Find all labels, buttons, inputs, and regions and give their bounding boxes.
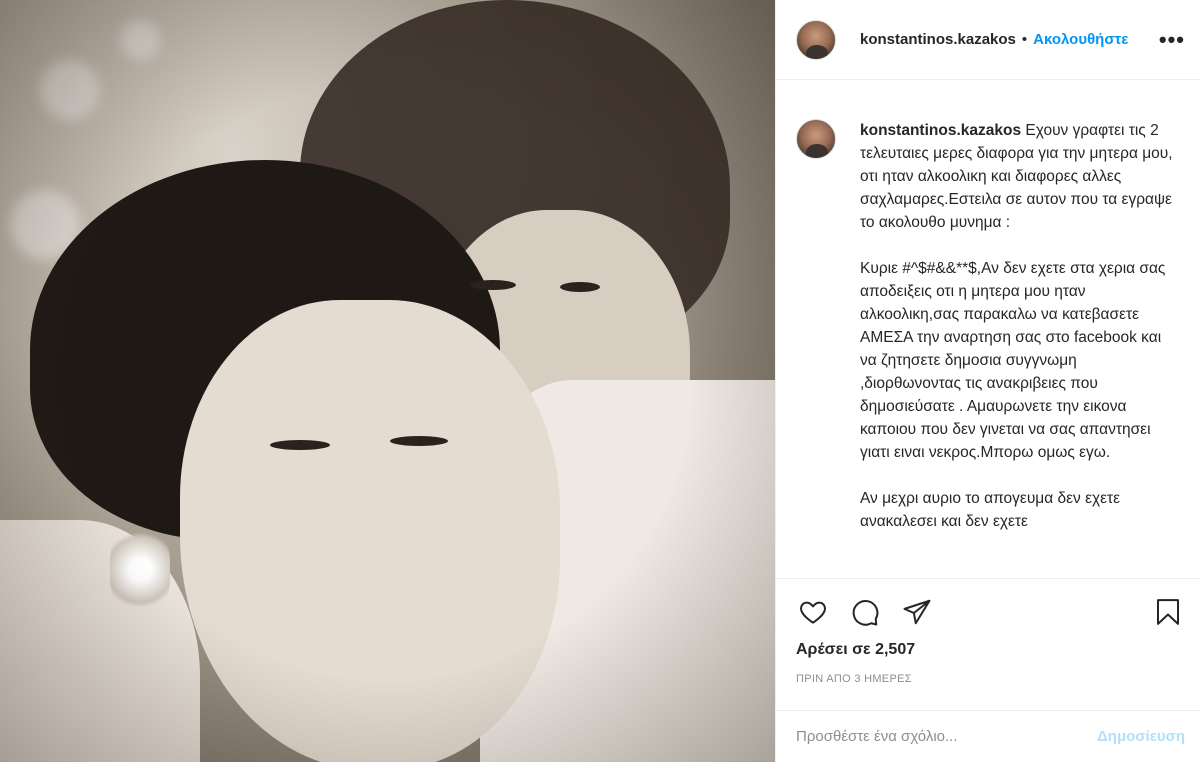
post-header: konstantinos.kazakos • Ακολουθήστε ••• [776,0,1200,80]
header-username[interactable]: konstantinos.kazakos [860,31,1016,48]
action-icon-row [796,579,1185,645]
caption-text: konstantinos.kazakos Εχουν γραφτει τις 2… [860,119,1180,577]
caption-area: konstantinos.kazakos Εχουν γραφτει τις 2… [776,81,1200,577]
follow-button[interactable]: Ακολουθήστε [1033,31,1128,48]
post-side-panel: konstantinos.kazakos • Ακολουθήστε ••• k… [775,0,1200,762]
post-comment-button[interactable]: Δημοσίευση [1097,728,1185,745]
heart-icon[interactable] [796,595,830,629]
post-photo[interactable] [0,0,775,762]
post-actions: Αρέσει σε 2,507 ΠΡΙΝ ΑΠΟ 3 ΗΜΕΡΕΣ [776,578,1200,688]
header-separator: • [1021,31,1028,48]
caption-body: Εχουν γραφτει τις 2 τελευταιες μερες δια… [860,122,1173,530]
share-icon[interactable] [900,595,934,629]
photo-vignette [0,0,775,762]
caption-avatar[interactable] [796,119,836,159]
caption-username[interactable]: konstantinos.kazakos [860,122,1021,139]
bookmark-icon[interactable] [1151,595,1185,629]
likes-count[interactable]: Αρέσει σε 2,507 [796,641,1185,659]
comment-icon[interactable] [848,595,882,629]
comment-box: Δημοσίευση [776,710,1200,762]
more-options-icon[interactable]: ••• [1159,27,1185,53]
comment-input[interactable] [796,728,1087,745]
avatar[interactable] [796,19,836,60]
post-timestamp[interactable]: ΠΡΙΝ ΑΠΟ 3 ΗΜΕΡΕΣ [796,673,1185,685]
